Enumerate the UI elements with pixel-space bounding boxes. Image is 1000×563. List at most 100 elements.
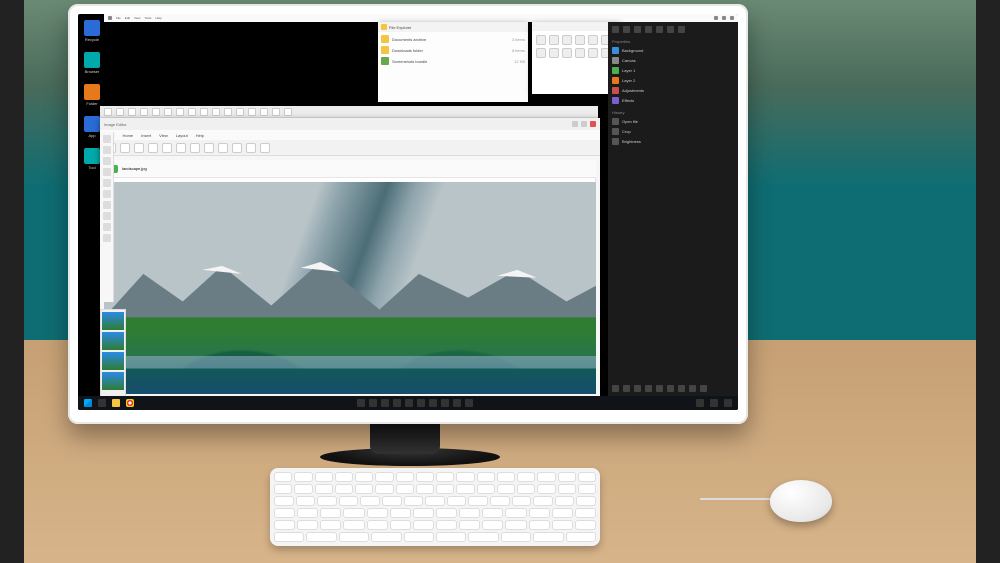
tool-swatch-10[interactable]: [588, 48, 598, 58]
tool-panel-window[interactable]: [532, 22, 620, 94]
toolbar-button-2[interactable]: [128, 108, 136, 116]
ribbon-tool-6[interactable]: [190, 143, 200, 153]
toolbar-button-11[interactable]: [236, 108, 244, 116]
desktop-icon-4[interactable]: [84, 148, 100, 164]
property-row-1[interactable]: Canvas: [612, 57, 734, 64]
menu-file[interactable]: File: [116, 16, 121, 20]
toolbar-button-14[interactable]: [272, 108, 280, 116]
clock-icon[interactable]: [724, 399, 732, 407]
panel-tab-icon-3[interactable]: [645, 26, 652, 33]
thumbnail-1[interactable]: [102, 312, 124, 330]
ribbon-tool-10[interactable]: [246, 143, 256, 153]
toolbar-button-7[interactable]: [188, 108, 196, 116]
history-row-1[interactable]: Crop: [612, 128, 734, 135]
history-row-0[interactable]: Open file: [612, 118, 734, 125]
panel-footer-icon-5[interactable]: [667, 385, 674, 392]
panel-footer-icon-0[interactable]: [612, 385, 619, 392]
panel-footer-icon-6[interactable]: [678, 385, 685, 392]
editor-menu-help[interactable]: Help: [196, 133, 204, 138]
taskbar-app-7[interactable]: [441, 399, 449, 407]
toolbar-button-12[interactable]: [248, 108, 256, 116]
menu-edit[interactable]: Edit: [125, 16, 130, 20]
taskbar-app-1[interactable]: [369, 399, 377, 407]
side-tool-9[interactable]: [103, 234, 111, 242]
file-row-1[interactable]: Downloads folder8 items: [381, 46, 525, 54]
ribbon-tool-7[interactable]: [204, 143, 214, 153]
desktop-icon-1[interactable]: [84, 52, 100, 68]
panel-tab-icon-1[interactable]: [623, 26, 630, 33]
editor-maximize-icon[interactable]: [581, 121, 587, 127]
file-explorer-window[interactable]: File Explorer Documents archive3 itemsDo…: [378, 22, 528, 102]
file-row-2[interactable]: Screenshots bundle12 KB: [381, 57, 525, 65]
panel-tab-icon-5[interactable]: [667, 26, 674, 33]
ribbon-tool-11[interactable]: [260, 143, 270, 153]
editor-menu-view[interactable]: View: [159, 133, 168, 138]
tool-swatch-3[interactable]: [575, 35, 585, 45]
thumbnail-4[interactable]: [102, 372, 124, 390]
thumbnail-panel[interactable]: [100, 309, 126, 397]
menu-tools[interactable]: Tools: [144, 16, 151, 20]
property-row-4[interactable]: Adjustments: [612, 87, 734, 94]
taskbar-app-3[interactable]: [393, 399, 401, 407]
toolbar-button-15[interactable]: [284, 108, 292, 116]
taskbar-folder-icon[interactable]: [112, 399, 120, 407]
editor-menu-insert[interactable]: Insert: [141, 133, 151, 138]
toolbar-button-8[interactable]: [200, 108, 208, 116]
maximize-icon[interactable]: [722, 16, 726, 20]
toolbar-button-5[interactable]: [164, 108, 172, 116]
side-tool-3[interactable]: [103, 168, 111, 176]
image-editor-window[interactable]: Image Editor FileHomeInsertViewLayoutHel…: [100, 118, 600, 398]
side-tool-0[interactable]: [103, 135, 111, 143]
property-row-0[interactable]: Background: [612, 47, 734, 54]
history-row-2[interactable]: Brightness: [612, 138, 734, 145]
thumbnail-3[interactable]: [102, 352, 124, 370]
panel-tab-icon-2[interactable]: [634, 26, 641, 33]
panel-tab-icon-0[interactable]: [612, 26, 619, 33]
property-row-5[interactable]: Effects: [612, 97, 734, 104]
toolbar-button-9[interactable]: [212, 108, 220, 116]
search-icon[interactable]: [98, 399, 106, 407]
property-row-2[interactable]: Layer 1: [612, 67, 734, 74]
taskbar-app-5[interactable]: [417, 399, 425, 407]
taskbar-app-4[interactable]: [405, 399, 413, 407]
editor-close-icon[interactable]: [590, 121, 596, 127]
side-tool-1[interactable]: [103, 146, 111, 154]
menu-help[interactable]: Help: [155, 16, 161, 20]
side-tool-6[interactable]: [103, 201, 111, 209]
ribbon-tool-4[interactable]: [162, 143, 172, 153]
taskbar-app-8[interactable]: [453, 399, 461, 407]
tool-swatch-2[interactable]: [562, 35, 572, 45]
volume-icon[interactable]: [710, 399, 718, 407]
property-row-3[interactable]: Layer 2: [612, 77, 734, 84]
side-tool-4[interactable]: [103, 179, 111, 187]
desktop-icon-3[interactable]: [84, 116, 100, 132]
panel-footer-icon-2[interactable]: [634, 385, 641, 392]
ribbon-tool-1[interactable]: [120, 143, 130, 153]
close-icon[interactable]: [730, 16, 734, 20]
editor-canvas-area[interactable]: landscape.jpg: [104, 160, 596, 394]
taskbar-app-2[interactable]: [381, 399, 389, 407]
tool-swatch-9[interactable]: [575, 48, 585, 58]
network-icon[interactable]: [696, 399, 704, 407]
taskbar-app-0[interactable]: [357, 399, 365, 407]
desktop-icon-2[interactable]: [84, 84, 100, 100]
landscape-photo[interactable]: [104, 182, 596, 394]
side-tool-5[interactable]: [103, 190, 111, 198]
toolbar-button-3[interactable]: [140, 108, 148, 116]
panel-footer-icon-8[interactable]: [700, 385, 707, 392]
editor-minimize-icon[interactable]: [572, 121, 578, 127]
toolbar-button-0[interactable]: [104, 108, 112, 116]
side-tool-8[interactable]: [103, 223, 111, 231]
tool-swatch-4[interactable]: [588, 35, 598, 45]
ribbon-tool-8[interactable]: [218, 143, 228, 153]
start-button[interactable]: [84, 399, 92, 407]
toolbar-button-10[interactable]: [224, 108, 232, 116]
ribbon-tool-5[interactable]: [176, 143, 186, 153]
menu-view[interactable]: View: [134, 16, 140, 20]
tool-swatch-0[interactable]: [536, 35, 546, 45]
tool-swatch-6[interactable]: [536, 48, 546, 58]
taskbar[interactable]: [78, 396, 738, 410]
taskbar-app-6[interactable]: [429, 399, 437, 407]
editor-menu-layout[interactable]: Layout: [176, 133, 188, 138]
side-tool-2[interactable]: [103, 157, 111, 165]
